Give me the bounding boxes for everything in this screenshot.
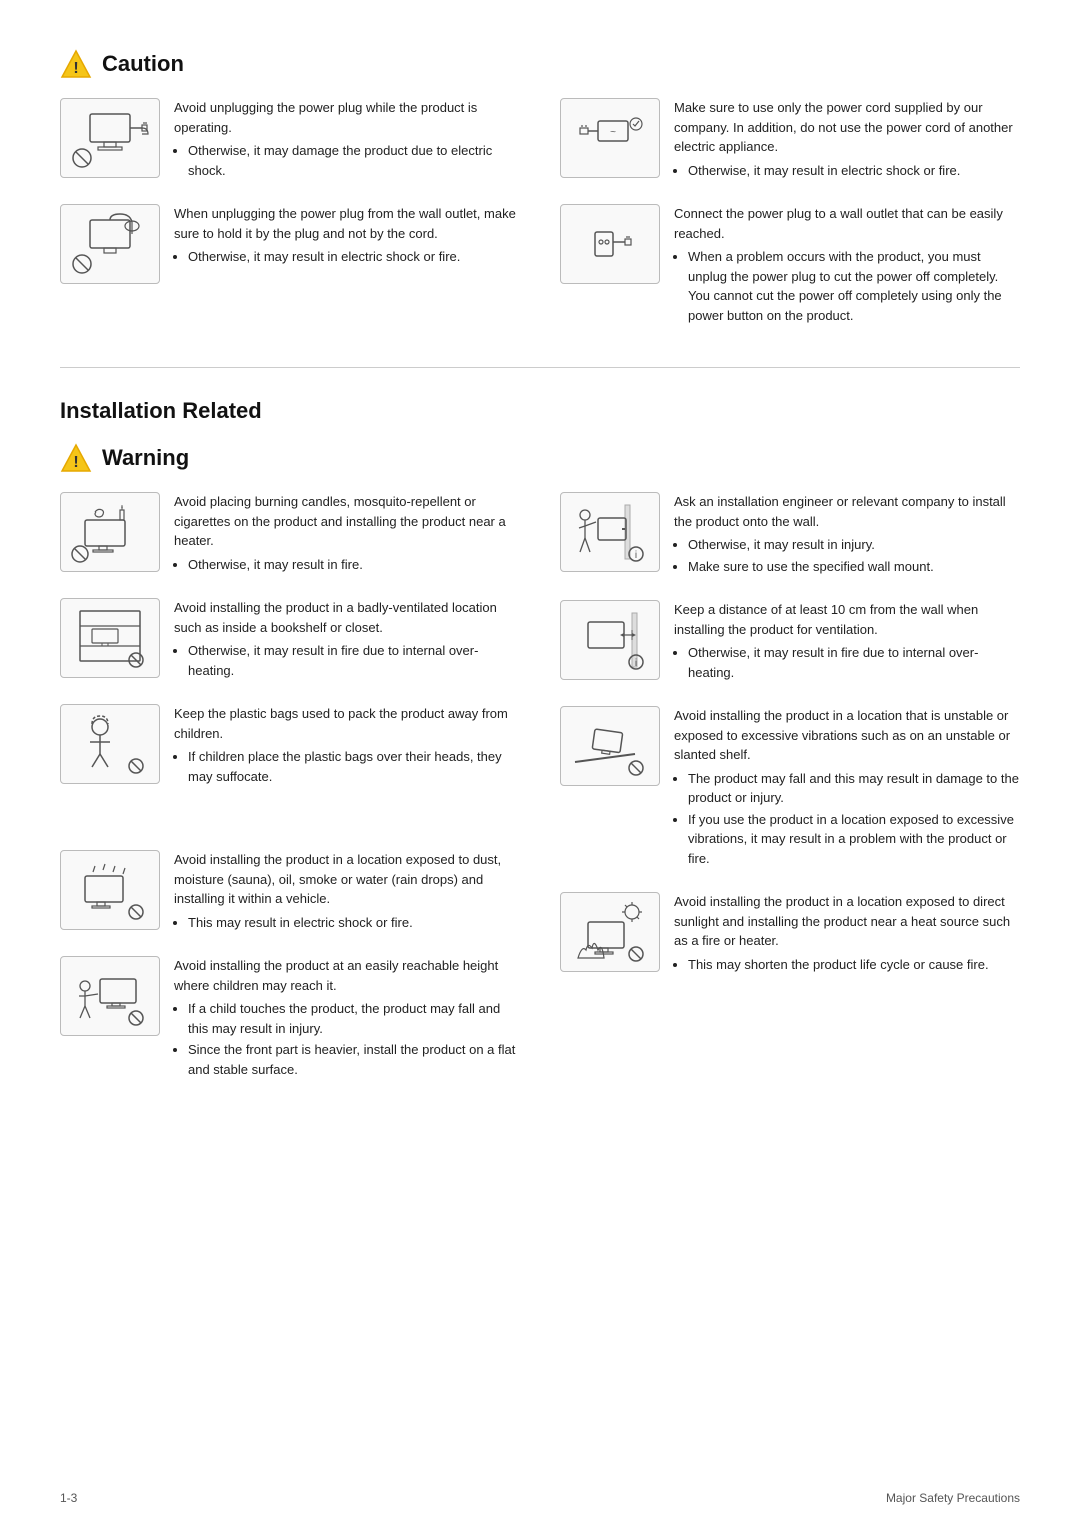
svg-text:!: ! [73, 454, 78, 471]
inst-illus-1 [60, 492, 160, 572]
caution-grid: Avoid unplugging the power plug while th… [60, 98, 1020, 349]
installation-grid: Avoid placing burning candles, mosquito-… [60, 492, 1020, 1103]
spacer-1 [60, 810, 520, 850]
inst-r-entry-1: i Ask an installation engineer or releva… [560, 492, 1020, 578]
caution-r-illus-2 [560, 204, 660, 284]
inst-entry-2-text: Avoid installing the product in a badly-… [174, 598, 520, 682]
inst-r-entry-1-text: Ask an installation engineer or relevant… [674, 492, 1020, 578]
caution-r-entry-2: Connect the power plug to a wall outlet … [560, 204, 1020, 327]
inst-r-entry-3-text: Avoid installing the product in a locati… [674, 706, 1020, 870]
caution-r-entry-1-text: Make sure to use only the power cord sup… [674, 98, 1020, 182]
inst-r-illus-3 [560, 706, 660, 786]
inst-r-illus-2: i [560, 600, 660, 680]
inst-illus-3 [60, 704, 160, 784]
section-divider [60, 367, 1020, 368]
warning-header: ! Warning [60, 442, 1020, 474]
caution-illus-1-svg [70, 106, 150, 170]
svg-text:i: i [635, 658, 637, 669]
caution-illus-2-svg [70, 212, 150, 276]
footer: 1-3 Major Safety Precautions [60, 1491, 1020, 1505]
warning-title: Warning [102, 445, 189, 471]
inst-entry-4-text: Avoid installing the product in a locati… [174, 850, 520, 934]
caution-left-col: Avoid unplugging the power plug while th… [60, 98, 520, 349]
installation-right-col: i Ask an installation engineer or releva… [560, 492, 1020, 1103]
inst-r-entry-2: i Keep a distance of at least 10 cm from… [560, 600, 1020, 684]
inst-entry-4: Avoid installing the product in a locati… [60, 850, 520, 934]
caution-entry-2: When unplugging the power plug from the … [60, 204, 520, 284]
installation-heading: Installation Related [60, 398, 1020, 424]
footer-section: Major Safety Precautions [886, 1491, 1020, 1505]
inst-illus-4 [60, 850, 160, 930]
svg-text:~: ~ [610, 127, 616, 138]
caution-r-illus-2-svg [570, 212, 650, 276]
inst-r-entry-3: Avoid installing the product in a locati… [560, 706, 1020, 870]
caution-r-illus-1: ~ [560, 98, 660, 178]
svg-text:!: ! [73, 60, 78, 77]
svg-text:i: i [635, 550, 637, 561]
inst-entry-3: Keep the plastic bags used to pack the p… [60, 704, 520, 788]
inst-entry-1: Avoid placing burning candles, mosquito-… [60, 492, 520, 576]
inst-r-entry-2-text: Keep a distance of at least 10 cm from t… [674, 600, 1020, 684]
installation-left-col: Avoid placing burning candles, mosquito-… [60, 492, 520, 1103]
inst-illus-5 [60, 956, 160, 1036]
caution-entry-2-text: When unplugging the power plug from the … [174, 204, 520, 269]
caution-r-entry-1: ~ Make sure to use only the power cord s… [560, 98, 1020, 182]
inst-entry-1-text: Avoid placing burning candles, mosquito-… [174, 492, 520, 576]
caution-r-illus-1-svg: ~ [570, 106, 650, 170]
caution-entry-1: Avoid unplugging the power plug while th… [60, 98, 520, 182]
inst-r-entry-4-text: Avoid installing the product in a locati… [674, 892, 1020, 976]
caution-illus-1 [60, 98, 160, 178]
caution-illus-2 [60, 204, 160, 284]
inst-entry-2: Avoid installing the product in a badly-… [60, 598, 520, 682]
caution-r-entry-2-text: Connect the power plug to a wall outlet … [674, 204, 1020, 327]
inst-illus-2 [60, 598, 160, 678]
caution-icon: ! [60, 48, 92, 80]
caution-entry-1-text: Avoid unplugging the power plug while th… [174, 98, 520, 182]
inst-r-illus-1: i [560, 492, 660, 572]
caution-title: Caution [102, 51, 184, 77]
footer-page: 1-3 [60, 1491, 77, 1505]
warning-icon: ! [60, 442, 92, 474]
caution-header: ! Caution [60, 48, 1020, 80]
inst-entry-3-text: Keep the plastic bags used to pack the p… [174, 704, 520, 788]
inst-r-illus-4 [560, 892, 660, 972]
caution-right-col: ~ Make sure to use only the power cord s… [560, 98, 1020, 349]
inst-entry-5-text: Avoid installing the product at an easil… [174, 956, 520, 1081]
inst-entry-5: Avoid installing the product at an easil… [60, 956, 520, 1081]
inst-r-entry-4: Avoid installing the product in a locati… [560, 892, 1020, 976]
